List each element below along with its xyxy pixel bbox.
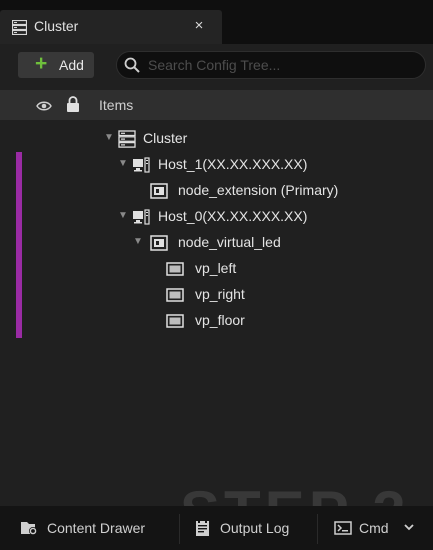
tree-item-label: Host_1 — [158, 156, 203, 172]
cmd-button[interactable]: Cmd — [318, 506, 433, 550]
expand-arrow-icon[interactable]: ▼ — [118, 210, 128, 221]
expand-arrow-icon[interactable]: ▼ — [118, 158, 128, 169]
tree-item-host-0[interactable]: ▼ Host_0(XX.XX.XXX.XX) — [0, 204, 433, 230]
viewport-icon — [166, 288, 184, 302]
terminal-icon — [334, 521, 352, 535]
tree-item-vp-right[interactable]: vp_right — [0, 282, 433, 308]
tree-item-label: node_virtual_led — [178, 234, 281, 250]
tree-item-node-extension[interactable]: node_extension (Primary) — [0, 178, 433, 204]
tree-item-label: vp_right — [195, 286, 245, 302]
host-icon — [133, 209, 150, 225]
items-column-label: Items — [99, 97, 134, 113]
tree-item-node-virtual-led[interactable]: ▼ node_virtual_led — [0, 230, 433, 256]
tree-item-label: node_extension — [178, 182, 277, 198]
content-drawer-button[interactable]: Content Drawer — [0, 506, 178, 550]
lock-icon[interactable] — [66, 96, 80, 112]
tree-item-label: Host_0 — [158, 208, 203, 224]
primary-badge: (Primary) — [280, 182, 339, 198]
status-bar: Content Drawer Output Log Cmd — [0, 506, 433, 550]
tab-cluster[interactable]: Cluster × — [0, 10, 222, 44]
search-box[interactable] — [116, 51, 426, 79]
output-log-label: Output Log — [220, 520, 290, 536]
add-button-label: Add — [59, 57, 84, 73]
cluster-icon — [12, 20, 27, 35]
column-header: Items — [0, 90, 433, 120]
close-icon[interactable]: × — [191, 17, 207, 35]
tree-item-label: Cluster — [143, 130, 188, 146]
tree-item-vp-left[interactable]: vp_left — [0, 256, 433, 282]
tab-title: Cluster — [34, 18, 79, 34]
search-input[interactable] — [148, 55, 408, 75]
host-address: (XX.XX.XXX.XX) — [202, 208, 308, 224]
node-icon — [150, 235, 168, 251]
tab-strip: Cluster × — [0, 0, 433, 44]
eye-icon[interactable] — [36, 100, 52, 112]
tree-item-host-1[interactable]: ▼ Host_1(XX.XX.XXX.XX) — [0, 152, 433, 178]
tree-item-vp-floor[interactable]: vp_floor — [0, 308, 433, 334]
host-icon — [133, 157, 150, 173]
cmd-label: Cmd — [359, 520, 389, 536]
viewport-icon — [166, 262, 184, 276]
node-icon — [150, 183, 168, 199]
tree-item-label: vp_left — [195, 260, 237, 276]
tree-item-label: vp_floor — [195, 312, 245, 328]
config-tree: ▼ Cluster ▼ Host_1(XX.XX.XXX.XX) node_ex… — [0, 126, 433, 546]
expand-arrow-icon[interactable]: ▼ — [133, 236, 143, 247]
chevron-down-icon[interactable] — [403, 523, 415, 533]
expand-arrow-icon[interactable]: ▼ — [104, 132, 114, 143]
toolbar: + Add — [0, 44, 433, 84]
output-log-icon — [196, 520, 209, 536]
add-button[interactable]: + Add — [18, 52, 94, 78]
config-tree-panel: + Add Items ▼ — [0, 44, 433, 546]
content-drawer-icon — [21, 522, 37, 535]
plus-icon: + — [35, 52, 48, 75]
host-address: (XX.XX.XXX.XX) — [202, 156, 308, 172]
viewport-icon — [166, 314, 184, 328]
tree-item-cluster[interactable]: ▼ Cluster — [0, 126, 433, 152]
search-icon — [124, 57, 140, 73]
cluster-icon — [118, 130, 136, 148]
output-log-button[interactable]: Output Log — [180, 506, 316, 550]
content-drawer-label: Content Drawer — [47, 520, 146, 536]
